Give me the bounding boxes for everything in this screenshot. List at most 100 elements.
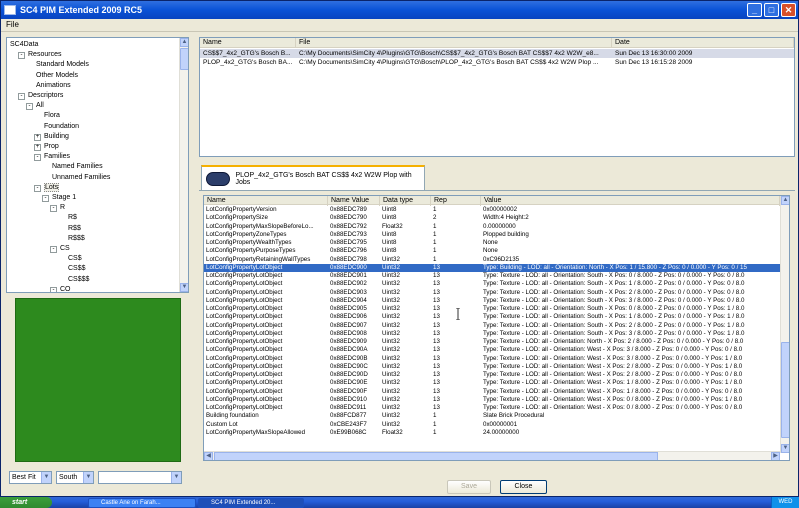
property-row[interactable]: LotConfigPropertyLotObject 0x88EDC905 Uint… — [204, 305, 780, 313]
scroll-thumb[interactable] — [180, 48, 188, 70]
tree-item[interactable]: - CS — [50, 244, 70, 254]
property-row[interactable]: LotConfigPropertyLotObject 0x88EDC90D Uint… — [204, 371, 780, 379]
file-list[interactable]: Name File Date CS$$7_4x2_GTG's Bosch B..… — [199, 37, 795, 157]
scroll-down-arrow-icon[interactable]: ▼ — [180, 283, 188, 292]
tree-item[interactable]: - Families — [34, 152, 70, 162]
collapse-icon[interactable]: - — [34, 184, 41, 192]
property-row[interactable]: LotConfigPropertyWealthTypes 0x88EDC795 Ui… — [204, 239, 780, 247]
tree-item[interactable]: - Resources — [18, 50, 61, 60]
tree-item[interactable]: - Descriptors — [18, 91, 63, 101]
property-row[interactable]: LotConfigPropertyLotObject 0x88EDC90E Uint… — [204, 379, 780, 387]
property-row[interactable]: LotConfigPropertyLotObject 0x88EDC910 Uint… — [204, 396, 780, 404]
title-bar[interactable]: SC4 PIM Extended 2009 RC5 _ □ ✕ — [1, 1, 798, 19]
collapse-icon[interactable]: - — [34, 154, 41, 162]
header-rep[interactable]: Rep — [431, 196, 481, 206]
table-horizontal-scrollbar[interactable]: ◀ ▶ — [204, 451, 780, 460]
maximize-button[interactable]: □ — [764, 3, 779, 17]
property-row[interactable]: LotConfigPropertyMaxSlopeAllowed 0xE99B06… — [204, 429, 780, 437]
property-row[interactable]: Custom Lot 0xCBE243F7 Uint32 1 0x00000001 — [204, 421, 780, 429]
property-row[interactable]: LotConfigPropertySize 0x88EDC790 Uint8 2 Wid… — [204, 214, 780, 222]
table-vertical-scrollbar[interactable]: ▲ ▼ — [780, 196, 789, 453]
zoom-fit-select[interactable]: Best Fit ▼ — [9, 471, 52, 484]
taskbar-item-castle[interactable]: Castle Ane on Farah... — [88, 498, 196, 508]
file-row[interactable]: PLOP_4x2_GTG's Bosch BA... C:\My Document… — [200, 58, 794, 67]
property-row[interactable]: LotConfigPropertyLotObject 0x88EDC906 Uint… — [204, 313, 780, 321]
collapse-icon[interactable]: - — [26, 103, 33, 111]
property-row[interactable]: LotConfigPropertyLotObject 0x88EDC903 Uint… — [204, 289, 780, 297]
tree-item[interactable]: CS$$ — [58, 264, 86, 274]
tree-item[interactable]: + Building — [34, 132, 69, 142]
hscroll-thumb[interactable] — [214, 452, 658, 460]
header-data-type[interactable]: Data type — [380, 196, 431, 206]
collapse-icon[interactable]: - — [18, 52, 25, 60]
tree-item[interactable]: Flora — [34, 111, 60, 121]
chevron-down-icon[interactable]: ▼ — [171, 472, 181, 483]
tree-item[interactable]: CS$ — [58, 254, 82, 264]
scroll-right-arrow-icon[interactable]: ▶ — [771, 452, 780, 460]
tree-item[interactable]: Other Models — [26, 71, 78, 81]
property-table[interactable]: Name Name Value Data type Rep Value ▲ ▼ … — [203, 195, 790, 461]
property-row[interactable]: LotConfigPropertyLotObject 0x88EDC911 Uint… — [204, 404, 780, 412]
property-row[interactable]: LotConfigPropertyLotObject 0x88EDC901 Uint… — [204, 272, 780, 280]
tree-item[interactable]: - Stage 1 — [42, 193, 76, 203]
tree-item[interactable]: Foundation — [34, 122, 79, 132]
collapse-icon[interactable]: - — [50, 205, 57, 213]
property-row[interactable]: LotConfigPropertyLotObject 0x88EDC904 Uint… — [204, 297, 780, 305]
tree-item[interactable]: + Prop — [34, 142, 59, 152]
tree-vertical-scrollbar[interactable]: ▲ ▼ — [179, 38, 188, 292]
save-button[interactable]: Save — [447, 480, 491, 494]
property-row[interactable]: LotConfigPropertyVersion 0x88EDC789 Uint8 1… — [204, 206, 780, 214]
property-row[interactable]: LotConfigPropertyLotObject 0x88EDC90B Uint… — [204, 355, 780, 363]
descriptor-tree[interactable]: ▲ ▼ SC4Data - Resources Standard Models Othe… — [6, 37, 189, 293]
scroll-thumb[interactable] — [781, 342, 789, 438]
property-row[interactable]: LotConfigPropertyMaxSlopeBeforeLo... 0x88… — [204, 223, 780, 231]
scroll-up-arrow-icon[interactable]: ▲ — [781, 196, 789, 205]
collapse-icon[interactable]: - — [50, 246, 57, 253]
close-button[interactable]: Close — [500, 480, 547, 494]
property-row[interactable]: LotConfigPropertyLotObject 0x88EDC908 Uint… — [204, 330, 780, 338]
expand-icon[interactable]: + — [34, 144, 41, 151]
third-select[interactable]: ▼ — [98, 471, 182, 484]
scroll-left-arrow-icon[interactable]: ◀ — [204, 452, 213, 460]
property-row[interactable]: LotConfigPropertyLotObject 0x88EDC90A Uint… — [204, 346, 780, 354]
scroll-up-arrow-icon[interactable]: ▲ — [180, 38, 188, 47]
tree-item[interactable]: SC4Data — [10, 40, 38, 50]
chevron-down-icon[interactable]: ▼ — [83, 472, 93, 483]
header-date[interactable]: Date — [612, 38, 794, 48]
property-row[interactable]: LotConfigPropertyLotObject 0x88EDC90F Uint… — [204, 388, 780, 396]
start-button[interactable]: start — [0, 497, 52, 508]
tree-item[interactable]: Named Families — [42, 162, 103, 172]
property-row[interactable]: LotConfigPropertyLotObject 0x88EDC902 Uint… — [204, 280, 780, 288]
header-prop-name[interactable]: Name — [204, 196, 328, 206]
close-window-button[interactable]: ✕ — [781, 3, 796, 17]
tree-item[interactable]: Unnamed Families — [42, 173, 110, 183]
property-row[interactable]: LotConfigPropertyPurposeTypes 0x88EDC796 U… — [204, 247, 780, 255]
collapse-icon[interactable]: - — [50, 286, 57, 292]
tree-item[interactable]: Standard Models — [26, 60, 89, 70]
property-row[interactable]: LotConfigPropertyRetainingWallTypes 0x88E… — [204, 256, 780, 264]
property-row[interactable]: LotConfigPropertyZoneTypes 0x88EDC793 Uint… — [204, 231, 780, 239]
header-name[interactable]: Name — [200, 38, 296, 48]
property-row[interactable]: LotConfigPropertyLotObject 0x88EDC90C Uint… — [204, 363, 780, 371]
chevron-down-icon[interactable]: ▼ — [41, 472, 51, 483]
property-row[interactable]: LotConfigPropertyLotObject 0x88EDC900 Uint… — [204, 263, 780, 272]
tree-item[interactable]: - All — [26, 101, 44, 111]
header-file[interactable]: File — [296, 38, 612, 48]
property-row[interactable]: Building foundation 0x88FCD877 Uint32 1 Slat… — [204, 412, 780, 420]
tree-item[interactable]: - CO — [50, 285, 71, 292]
header-value[interactable]: Value — [481, 196, 780, 206]
header-name-value[interactable]: Name Value — [328, 196, 380, 206]
tree-item[interactable]: R$$$ — [58, 234, 85, 244]
tree-item[interactable]: R$ — [58, 213, 77, 223]
taskbar-item-pim[interactable]: SC4 PIM Extended 20... — [198, 498, 304, 508]
scroll-down-arrow-icon[interactable]: ▼ — [781, 444, 789, 453]
tree-item[interactable]: Animations — [26, 81, 71, 91]
tree-item[interactable]: R$$ — [58, 224, 81, 234]
expand-icon[interactable]: + — [34, 133, 41, 141]
tree-item[interactable]: - Lots — [34, 182, 60, 193]
minimize-button[interactable]: _ — [747, 3, 762, 17]
menu-file[interactable]: File — [1, 19, 24, 30]
collapse-icon[interactable]: - — [42, 195, 49, 202]
tree-item[interactable]: -R — [50, 203, 65, 213]
tab-plop-file[interactable]: PLOP_4x2_GTG's Bosch BAT CS$$ 4x2 W2W Pl… — [201, 165, 425, 190]
